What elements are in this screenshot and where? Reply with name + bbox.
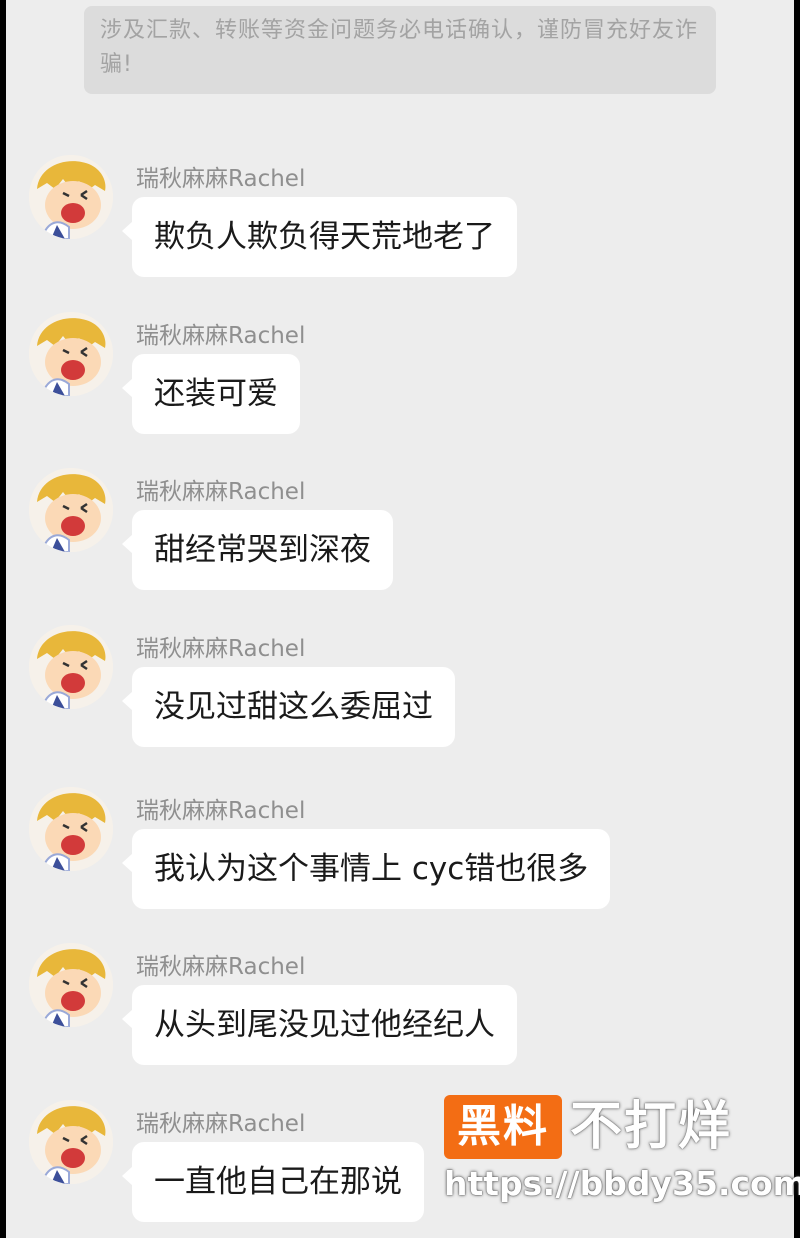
message-bubble[interactable]: 还装可爱 <box>122 354 300 434</box>
message-bubble[interactable]: 我认为这个事情上 cyc错也很多 <box>121 829 611 909</box>
sender-name: 瑞秋麻麻Rachel <box>136 323 306 349</box>
cartoon-boy-avatar-icon <box>29 155 113 239</box>
sender-name: 瑞秋麻麻Rachel <box>136 954 306 980</box>
site-watermark: 黑料 不打烊 https://bbdy35.com <box>440 1095 800 1215</box>
avatar[interactable] <box>29 155 113 239</box>
message-row: 瑞秋麻麻Rachel 欺负人欺负得天荒地老了 <box>0 155 800 291</box>
cartoon-boy-avatar-icon <box>29 1100 113 1184</box>
sender-name: 瑞秋麻麻Rachel <box>136 636 306 662</box>
watermark-badge: 黑料 <box>444 1095 562 1159</box>
message-row: 瑞秋麻麻Rachel 没见过甜这么委屈过 <box>0 625 800 761</box>
avatar[interactable] <box>29 468 113 552</box>
cartoon-boy-avatar-icon <box>29 468 113 552</box>
cartoon-boy-avatar-icon <box>29 312 113 396</box>
message-bubble[interactable]: 甜经常哭到深夜 <box>122 510 393 590</box>
cartoon-boy-avatar-icon <box>29 943 113 1027</box>
avatar[interactable] <box>29 787 113 871</box>
security-notice: 涉及汇款、转账等资金问题务必电话确认，谨防冒充好友诈骗! <box>84 6 716 94</box>
avatar[interactable] <box>29 1100 113 1184</box>
message-row: 瑞秋麻麻Rachel 还装可爱 <box>0 312 800 448</box>
sender-name: 瑞秋麻麻Rachel <box>136 166 306 192</box>
message-bubble[interactable]: 从头到尾没见过他经纪人 <box>122 985 517 1065</box>
sender-name: 瑞秋麻麻Rachel <box>136 479 306 505</box>
message-bubble[interactable]: 没见过甜这么委屈过 <box>122 667 455 747</box>
message-bubble[interactable]: 欺负人欺负得天荒地老了 <box>122 197 517 277</box>
sender-name: 瑞秋麻麻Rachel <box>136 798 306 824</box>
avatar[interactable] <box>29 312 113 396</box>
cartoon-boy-avatar-icon <box>29 625 113 709</box>
avatar[interactable] <box>29 943 113 1027</box>
message-bubble[interactable]: 一直他自己在那说 <box>122 1142 424 1222</box>
message-row: 瑞秋麻麻Rachel 从头到尾没见过他经纪人 <box>0 943 800 1079</box>
watermark-url: https://bbdy35.com <box>444 1164 800 1203</box>
cartoon-boy-avatar-icon <box>29 787 113 871</box>
avatar[interactable] <box>29 625 113 709</box>
watermark-title: 不打烊 <box>570 1097 733 1157</box>
message-row: 瑞秋麻麻Rachel 我认为这个事情上 cyc错也很多 <box>0 787 800 923</box>
message-row: 瑞秋麻麻Rachel 甜经常哭到深夜 <box>0 468 800 604</box>
sender-name: 瑞秋麻麻Rachel <box>136 1111 306 1137</box>
